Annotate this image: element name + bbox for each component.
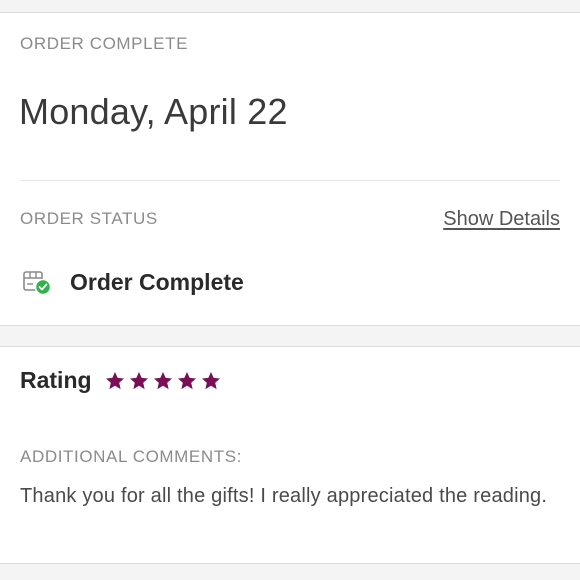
order-status-row: Order Complete (22, 267, 244, 297)
star-icon (129, 371, 148, 389)
star-icon (201, 371, 220, 389)
comment-text: Thank you for all the gifts! I really ap… (20, 485, 548, 507)
order-detail-page: ORDER COMPLETE Monday, April 22 ORDER ST… (0, 0, 580, 580)
rating-row: Rating (20, 367, 222, 394)
star-icon (177, 371, 196, 389)
order-date: Monday, April 22 (19, 91, 288, 132)
show-details-link[interactable]: Show Details (443, 208, 560, 231)
additional-comments-label: ADDITIONAL COMMENTS: (20, 447, 242, 466)
order-summary-card: ORDER COMPLETE Monday, April 22 ORDER ST… (0, 12, 580, 326)
star-icon (105, 371, 124, 389)
rating-stars (104, 370, 222, 392)
rating-label: Rating (20, 367, 92, 393)
order-status-label: ORDER STATUS (20, 209, 158, 228)
order-complete-label: ORDER COMPLETE (20, 34, 189, 53)
order-status-text: Order Complete (70, 268, 244, 295)
package-check-icon (22, 268, 52, 296)
rating-card: Rating ADDITIONAL COMMENTS: Thank you fo… (0, 346, 580, 564)
divider (20, 180, 560, 181)
star-icon (153, 371, 172, 389)
